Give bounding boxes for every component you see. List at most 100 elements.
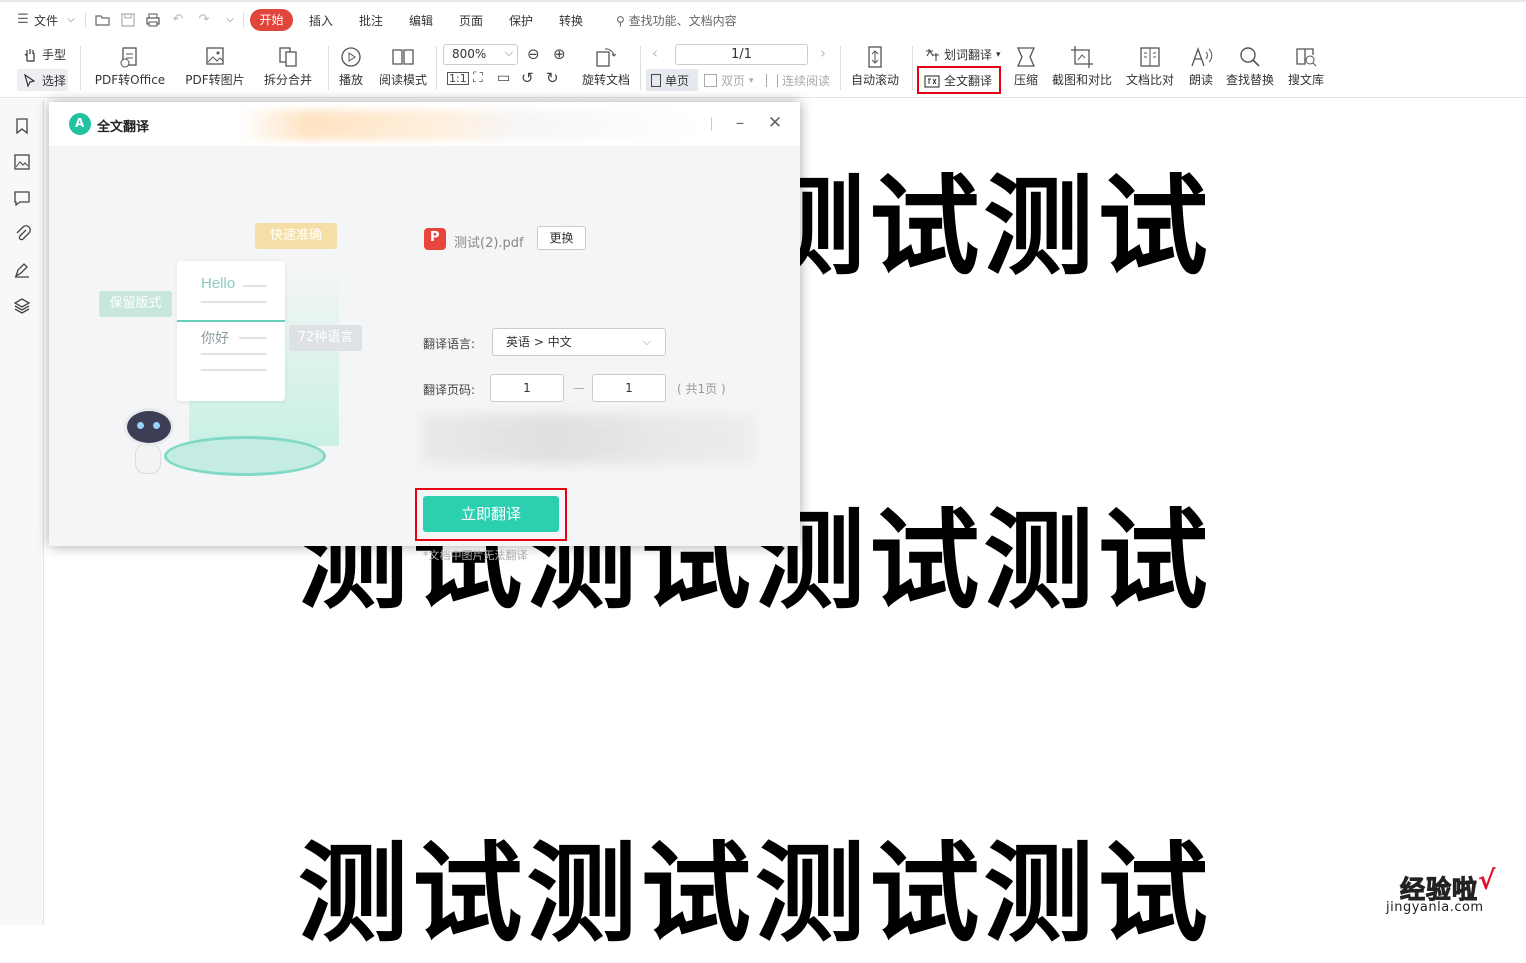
page-number-input[interactable]: 1/1 <box>675 44 808 65</box>
more-dropdown-icon[interactable]: ⌵ <box>221 11 239 29</box>
zoom-out-icon[interactable]: ⊖ <box>527 45 540 63</box>
nihao-text: 你好 <box>201 331 229 347</box>
next-page-icon[interactable]: › <box>820 44 826 62</box>
read-mode-button[interactable]: 阅读模式 <box>377 44 429 88</box>
pdf-to-image-button[interactable]: PDF转图片 <box>185 44 245 88</box>
left-sidebar <box>0 99 44 925</box>
read-aloud-button[interactable]: 朗读 <box>1187 44 1215 88</box>
hand-tool-button[interactable]: 手型 <box>22 46 66 63</box>
chevron-down-icon[interactable]: ⌵ <box>62 11 80 29</box>
pdf-to-office-label: PDF转Office <box>94 73 166 87</box>
bookmark-icon[interactable] <box>12 116 32 136</box>
magnifier-icon <box>1240 47 1260 67</box>
continuous-read-button[interactable]: 连续阅读 <box>766 72 830 89</box>
thumbnail-icon[interactable] <box>12 152 32 172</box>
single-page-label: 单页 <box>665 74 690 88</box>
hamburger-icon[interactable]: ☰ <box>14 11 32 29</box>
tag-72-languages: 72种语言 <box>289 325 362 351</box>
attachment-icon[interactable] <box>12 224 32 244</box>
continuous-icon <box>766 74 778 87</box>
full-translate-button[interactable]: 全文翻译 <box>924 72 992 89</box>
redo-icon[interactable]: ↷ <box>195 11 213 29</box>
split-merge-icon <box>279 47 297 67</box>
text-line <box>201 301 267 303</box>
word-translate-button[interactable]: 划词翻译 ▾ <box>924 46 1001 63</box>
auto-scroll-icon <box>868 46 882 68</box>
text-line <box>201 353 267 355</box>
close-icon[interactable]: ✕ <box>764 112 786 134</box>
pdf-to-image-icon <box>206 47 224 65</box>
library-search-icon <box>1296 48 1317 67</box>
fit-width-icon[interactable]: ▭ <box>497 70 510 86</box>
play-button[interactable]: 播放 <box>337 44 365 88</box>
play-label: 播放 <box>338 73 363 87</box>
tab-comment[interactable]: 批注 <box>359 12 383 29</box>
zoom-in-icon[interactable]: ⊕ <box>553 45 566 63</box>
pdf-file-icon <box>424 228 446 250</box>
tag-keep-layout: 保留版式 <box>99 291 172 317</box>
signature-icon[interactable] <box>12 260 32 280</box>
screenshot-compare-button[interactable]: 截图和对比 <box>1052 44 1112 88</box>
double-page-label: 双页 <box>721 74 746 88</box>
split-merge-button[interactable]: 拆分合并 <box>259 44 317 88</box>
divider <box>436 46 437 90</box>
dialog-title-bar: 全文翻译 – ✕ <box>49 102 800 146</box>
search-input[interactable]: ⚲ 查找功能、文档内容 <box>616 12 737 29</box>
layers-icon[interactable] <box>12 296 32 316</box>
file-menu[interactable]: 文件 <box>34 12 58 29</box>
change-file-button[interactable]: 更换 <box>537 226 586 250</box>
full-translate-icon <box>924 74 940 88</box>
read-aloud-label: 朗读 <box>1188 73 1213 87</box>
doc-compare-button[interactable]: 文档比对 <box>1126 44 1174 88</box>
language-select[interactable]: 英语 > 中文 ⌵ <box>492 328 666 356</box>
text-line <box>243 285 267 287</box>
fit-page-icon[interactable]: ⛶ <box>473 70 483 86</box>
find-replace-button[interactable]: 查找替换 <box>1226 44 1274 88</box>
rotate-right-icon[interactable]: ↻ <box>546 69 559 87</box>
comment-icon[interactable] <box>12 188 32 208</box>
prev-page-icon[interactable]: ‹ <box>652 44 658 62</box>
open-folder-icon[interactable] <box>94 11 112 29</box>
zoom-select[interactable]: 800% <box>443 43 518 65</box>
auto-scroll-button[interactable]: 自动滚动 <box>846 44 904 88</box>
compress-button[interactable]: 压缩 <box>1012 44 1040 88</box>
page-to-input[interactable]: 1 <box>592 374 666 402</box>
read-aloud-icon <box>1191 47 1213 67</box>
rotate-doc-button[interactable]: 旋转文档 <box>582 44 630 88</box>
tab-protect[interactable]: 保护 <box>509 12 533 29</box>
divider <box>912 46 913 90</box>
single-page-icon <box>651 74 661 87</box>
book-icon <box>392 49 414 65</box>
translate-now-button[interactable]: 立即翻译 <box>423 496 559 532</box>
tab-home[interactable]: 开始 <box>250 9 293 31</box>
hand-tool-label: 手型 <box>42 48 67 62</box>
tab-insert[interactable]: 插入 <box>309 12 333 29</box>
search-icon: ⚲ <box>616 14 625 28</box>
language-value: 英语 > 中文 <box>506 335 572 349</box>
minimize-icon[interactable]: – <box>729 112 751 134</box>
tab-edit[interactable]: 编辑 <box>409 12 433 29</box>
platform-disc <box>164 436 326 476</box>
tab-page[interactable]: 页面 <box>459 12 483 29</box>
rotate-left-icon[interactable]: ↺ <box>521 69 534 87</box>
search-library-label: 搜文库 <box>1288 73 1325 87</box>
page-from-input[interactable]: 1 <box>490 374 564 402</box>
print-icon[interactable] <box>144 11 162 29</box>
actual-size-icon[interactable]: 1:1 <box>447 72 469 85</box>
dialog-title: 全文翻译 <box>97 120 150 135</box>
text-line <box>239 337 267 339</box>
rotate-doc-icon <box>596 48 617 67</box>
play-icon <box>341 47 361 67</box>
double-page-button[interactable]: 双页 ▾ <box>704 72 754 89</box>
divider <box>711 117 712 131</box>
search-library-button[interactable]: 搜文库 <box>1288 44 1324 88</box>
robot-body <box>135 444 161 474</box>
save-icon[interactable] <box>119 11 137 29</box>
select-tool-button[interactable]: 选择 <box>22 72 66 89</box>
pdf-to-office-button[interactable]: PDF转Office <box>92 44 168 88</box>
undo-icon[interactable]: ↶ <box>169 11 187 29</box>
tab-convert[interactable]: 转换 <box>559 12 583 29</box>
single-page-button[interactable]: 单页 <box>651 72 689 89</box>
image-note: *文档中图片无法翻译 <box>423 549 528 562</box>
menu-bar: ☰ 文件 ⌵ ↶ ↷ ⌵ 开始 插入 批注 编辑 页面 保护 转换 ⚲ 查找功能… <box>0 0 1526 40</box>
